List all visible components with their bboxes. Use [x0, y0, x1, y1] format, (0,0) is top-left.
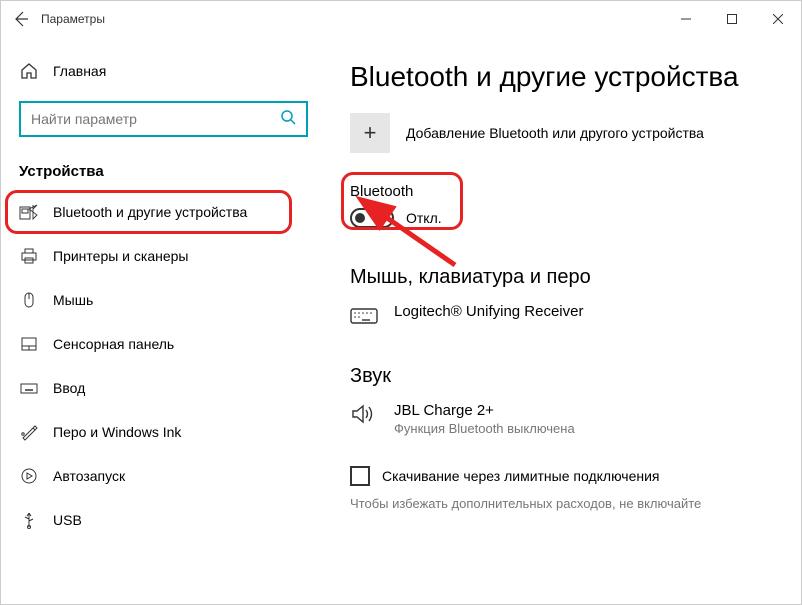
- device-sound[interactable]: JBL Charge 2+ Функция Bluetooth выключен…: [350, 402, 801, 436]
- sidebar-item-pen[interactable]: Перо и Windows Ink: [1, 410, 326, 454]
- section-mouse-heading: Мышь, клавиатура и перо: [350, 266, 801, 289]
- sidebar-item-label: Bluetooth и другие устройства: [53, 204, 247, 220]
- window-title: Параметры: [41, 12, 105, 26]
- device-name: Logitech® Unifying Receiver: [394, 303, 583, 320]
- sidebar-item-label: Мышь: [53, 292, 93, 308]
- keyboard-icon: [19, 378, 39, 398]
- section-sound-heading: Звук: [350, 365, 801, 388]
- home-icon: [19, 61, 39, 81]
- page-heading: Bluetooth и другие устройства: [350, 61, 801, 93]
- home-label: Главная: [53, 63, 106, 79]
- device-name: JBL Charge 2+: [394, 402, 575, 419]
- speaker-icon: [350, 402, 378, 426]
- search-icon: [280, 109, 296, 130]
- minimize-button[interactable]: [663, 1, 709, 37]
- main-panel: Bluetooth и другие устройства + Добавлен…: [326, 37, 801, 604]
- category-header: Устройства: [1, 157, 326, 190]
- bluetooth-state: Откл.: [406, 210, 442, 226]
- add-device-label: Добавление Bluetooth или другого устройс…: [406, 125, 704, 141]
- mouse-icon: [19, 290, 39, 310]
- bluetooth-toggle[interactable]: [350, 208, 394, 228]
- search-input[interactable]: [19, 101, 308, 137]
- metered-note: Чтобы избежать дополнительных расходов, …: [350, 496, 801, 511]
- sidebar-item-printers[interactable]: Принтеры и сканеры: [1, 234, 326, 278]
- sidebar-item-label: Принтеры и сканеры: [53, 248, 188, 264]
- autoplay-icon: [19, 466, 39, 486]
- sidebar-item-label: Перо и Windows Ink: [53, 424, 181, 440]
- maximize-button[interactable]: [709, 1, 755, 37]
- usb-icon: [19, 510, 39, 530]
- device-mouse[interactable]: Logitech® Unifying Receiver: [350, 303, 801, 327]
- home-link[interactable]: Главная: [1, 49, 326, 93]
- sidebar-item-label: USB: [53, 512, 82, 528]
- metered-checkbox[interactable]: [350, 466, 370, 486]
- sidebar-item-bluetooth[interactable]: Bluetooth и другие устройства: [1, 190, 326, 234]
- sidebar-item-autoplay[interactable]: Автозапуск: [1, 454, 326, 498]
- device-subtext: Функция Bluetooth выключена: [394, 421, 575, 436]
- add-device-button[interactable]: + Добавление Bluetooth или другого устро…: [350, 113, 801, 153]
- plus-icon: +: [350, 113, 390, 153]
- bluetooth-label: Bluetooth: [350, 183, 801, 200]
- titlebar: Параметры: [1, 1, 801, 37]
- back-arrow-icon: [13, 11, 29, 27]
- search-field[interactable]: [31, 111, 280, 127]
- touchpad-icon: [19, 334, 39, 354]
- sidebar-item-label: Сенсорная панель: [53, 336, 174, 352]
- metered-label: Скачивание через лимитные подключения: [382, 468, 659, 484]
- sidebar-item-usb[interactable]: USB: [1, 498, 326, 542]
- close-button[interactable]: [755, 1, 801, 37]
- printer-icon: [19, 246, 39, 266]
- back-button[interactable]: [1, 11, 41, 27]
- toggle-knob: [355, 213, 365, 223]
- sidebar-item-typing[interactable]: Ввод: [1, 366, 326, 410]
- keyboard-receiver-icon: [350, 303, 378, 327]
- bluetooth-devices-icon: [19, 202, 39, 222]
- sidebar-item-label: Ввод: [53, 380, 85, 396]
- sidebar-item-touchpad[interactable]: Сенсорная панель: [1, 322, 326, 366]
- sidebar: Главная Устройства Bluetooth и другие ус…: [1, 37, 326, 604]
- sidebar-item-label: Автозапуск: [53, 468, 125, 484]
- sidebar-item-mouse[interactable]: Мышь: [1, 278, 326, 322]
- pen-icon: [19, 422, 39, 442]
